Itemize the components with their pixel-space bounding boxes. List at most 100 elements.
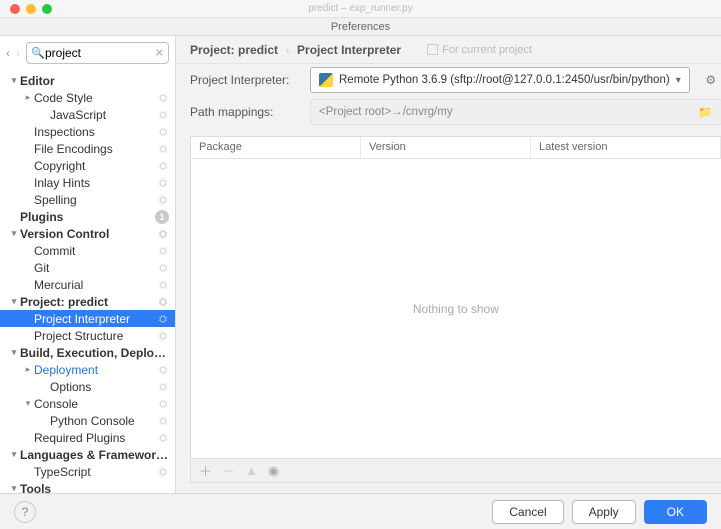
project-level-icon: ⛭ xyxy=(159,399,169,409)
settings-sidebar: ‹ › 🔍 ✕ ▾Editor▸Code Style⛭JavaScript⛭In… xyxy=(0,36,176,493)
column-version[interactable]: Version xyxy=(361,137,531,158)
interpreter-dropdown[interactable]: Remote Python 3.6.9 (sftp://root@127.0.0… xyxy=(310,67,690,93)
project-level-icon: ⛭ xyxy=(159,195,169,205)
tree-item-required-plugins[interactable]: Required Plugins⛭ xyxy=(0,429,175,446)
tree-item-copyright[interactable]: Copyright⛭ xyxy=(0,157,175,174)
tree-item-editor[interactable]: ▾Editor xyxy=(0,72,175,89)
tree-item-label: File Encodings xyxy=(34,142,159,156)
tree-item-label: Options xyxy=(50,380,159,394)
python-icon xyxy=(319,73,333,87)
project-scope-icon xyxy=(427,44,438,55)
close-window-button[interactable] xyxy=(10,4,20,14)
column-latest[interactable]: Latest version xyxy=(531,137,721,158)
tree-item-deployment[interactable]: ▸Deployment⛭ xyxy=(0,361,175,378)
project-level-icon: ⛭ xyxy=(159,365,169,375)
settings-main-panel: Project: predict › Project Interpreter F… xyxy=(176,36,721,493)
packages-table: Package Version Latest version Nothing t… xyxy=(190,136,721,459)
tree-item-mercurial[interactable]: Mercurial⛭ xyxy=(0,276,175,293)
settings-search-field[interactable]: 🔍 ✕ xyxy=(26,42,169,64)
tree-item-javascript[interactable]: JavaScript⛭ xyxy=(0,106,175,123)
project-level-icon: ⛭ xyxy=(159,382,169,392)
tree-item-inlay-hints[interactable]: Inlay Hints⛭ xyxy=(0,174,175,191)
packages-table-header: Package Version Latest version xyxy=(191,137,721,159)
tree-caret-icon: ▾ xyxy=(8,228,20,239)
project-level-icon: ⛭ xyxy=(159,433,169,443)
interpreter-settings-button[interactable]: ⚙ xyxy=(700,69,721,91)
show-early-releases-button[interactable]: ◉ xyxy=(268,463,279,479)
project-level-icon: ⛭ xyxy=(159,246,169,256)
tree-item-code-style[interactable]: ▸Code Style⛭ xyxy=(0,89,175,106)
tree-item-label: TypeScript xyxy=(34,465,159,479)
tree-item-label: JavaScript xyxy=(50,108,159,122)
upgrade-package-button[interactable]: ▲ xyxy=(245,463,258,478)
tree-item-python-console[interactable]: Python Console⛭ xyxy=(0,412,175,429)
ok-button[interactable]: OK xyxy=(644,500,707,524)
chevron-right-icon: › xyxy=(286,45,289,55)
tree-item-label: Code Style xyxy=(34,91,159,105)
help-button[interactable]: ? xyxy=(14,501,36,523)
tree-item-build-execution-deployment[interactable]: ▾Build, Execution, Deployment xyxy=(0,344,175,361)
folder-icon[interactable]: 📁 xyxy=(698,105,712,119)
tree-item-git[interactable]: Git⛭ xyxy=(0,259,175,276)
column-package[interactable]: Package xyxy=(191,137,361,158)
tree-item-label: Copyright xyxy=(34,159,159,173)
tree-item-label: Required Plugins xyxy=(34,431,159,445)
tree-caret-icon: ▾ xyxy=(8,75,20,86)
settings-search-input[interactable] xyxy=(26,42,169,64)
project-level-icon: ⛭ xyxy=(159,178,169,188)
tree-item-label: Mercurial xyxy=(34,278,159,292)
search-back-icon[interactable]: ‹ xyxy=(6,46,10,60)
tree-item-plugins[interactable]: Plugins 1 xyxy=(0,208,175,225)
apply-button[interactable]: Apply xyxy=(572,500,636,524)
tree-item-console[interactable]: ▾Console⛭ xyxy=(0,395,175,412)
tree-item-commit[interactable]: Commit⛭ xyxy=(0,242,175,259)
tree-badge: 1 xyxy=(155,210,169,224)
traffic-lights[interactable] xyxy=(10,4,52,14)
tree-caret-icon: ▾ xyxy=(8,483,20,493)
project-level-icon: ⛭ xyxy=(159,280,169,290)
tree-item-label: Deployment xyxy=(34,363,159,377)
project-level-icon: ⛭ xyxy=(159,263,169,273)
tree-item-label: Project Structure xyxy=(34,329,159,343)
search-forward-icon[interactable]: › xyxy=(16,46,20,60)
chevron-down-icon: ▾ xyxy=(676,75,681,86)
tree-item-version-control[interactable]: ▾Version Control⛭ xyxy=(0,225,175,242)
tree-item-project-interpreter[interactable]: Project Interpreter⛭ xyxy=(0,310,175,327)
tree-item-project-predict[interactable]: ▾Project: predict⛭ xyxy=(0,293,175,310)
tree-caret-icon: ▾ xyxy=(8,296,20,307)
remove-package-button[interactable]: － xyxy=(222,461,235,480)
path-mappings-field[interactable]: <Project root>→/cnvrg/my 📁 xyxy=(310,99,721,125)
tree-item-label: Commit xyxy=(34,244,159,258)
tree-item-inspections[interactable]: Inspections⛭ xyxy=(0,123,175,140)
dialog-titlebar: Preferences xyxy=(0,18,721,36)
window-titlebar: predict – exp_runner.py xyxy=(0,0,721,18)
tree-caret-icon: ▾ xyxy=(8,347,20,358)
search-icon: 🔍 xyxy=(31,47,45,60)
tree-item-label: Python Console xyxy=(50,414,159,428)
tree-item-project-structure[interactable]: Project Structure⛭ xyxy=(0,327,175,344)
project-level-icon: ⛭ xyxy=(159,331,169,341)
background-window-title: predict – exp_runner.py xyxy=(0,3,721,14)
tree-item-typescript[interactable]: TypeScript⛭ xyxy=(0,463,175,480)
tree-item-label: Inspections xyxy=(34,125,159,139)
tree-item-languages-frameworks[interactable]: ▾Languages & Frameworks xyxy=(0,446,175,463)
add-package-button[interactable]: ＋ xyxy=(199,461,212,480)
tree-item-label: Plugins xyxy=(20,210,151,224)
breadcrumb: Project: predict › Project Interpreter F… xyxy=(176,36,721,64)
project-level-icon: ⛭ xyxy=(159,127,169,137)
packages-table-empty: Nothing to show xyxy=(191,159,721,458)
tree-item-options[interactable]: Options⛭ xyxy=(0,378,175,395)
settings-tree[interactable]: ▾Editor▸Code Style⛭JavaScript⛭Inspection… xyxy=(0,70,175,493)
clear-search-icon[interactable]: ✕ xyxy=(155,47,164,60)
gear-icon: ⚙ xyxy=(705,73,716,87)
project-level-icon: ⛭ xyxy=(159,297,169,307)
cancel-button[interactable]: Cancel xyxy=(492,500,563,524)
tree-item-file-encodings[interactable]: File Encodings⛭ xyxy=(0,140,175,157)
tree-item-label: Build, Execution, Deployment xyxy=(20,346,169,360)
minimize-window-button[interactable] xyxy=(26,4,36,14)
tree-item-tools[interactable]: ▾Tools xyxy=(0,480,175,493)
breadcrumb-page: Project Interpreter xyxy=(297,43,401,57)
zoom-window-button[interactable] xyxy=(42,4,52,14)
tree-item-spelling[interactable]: Spelling⛭ xyxy=(0,191,175,208)
for-current-project-flag: For current project xyxy=(427,44,532,56)
